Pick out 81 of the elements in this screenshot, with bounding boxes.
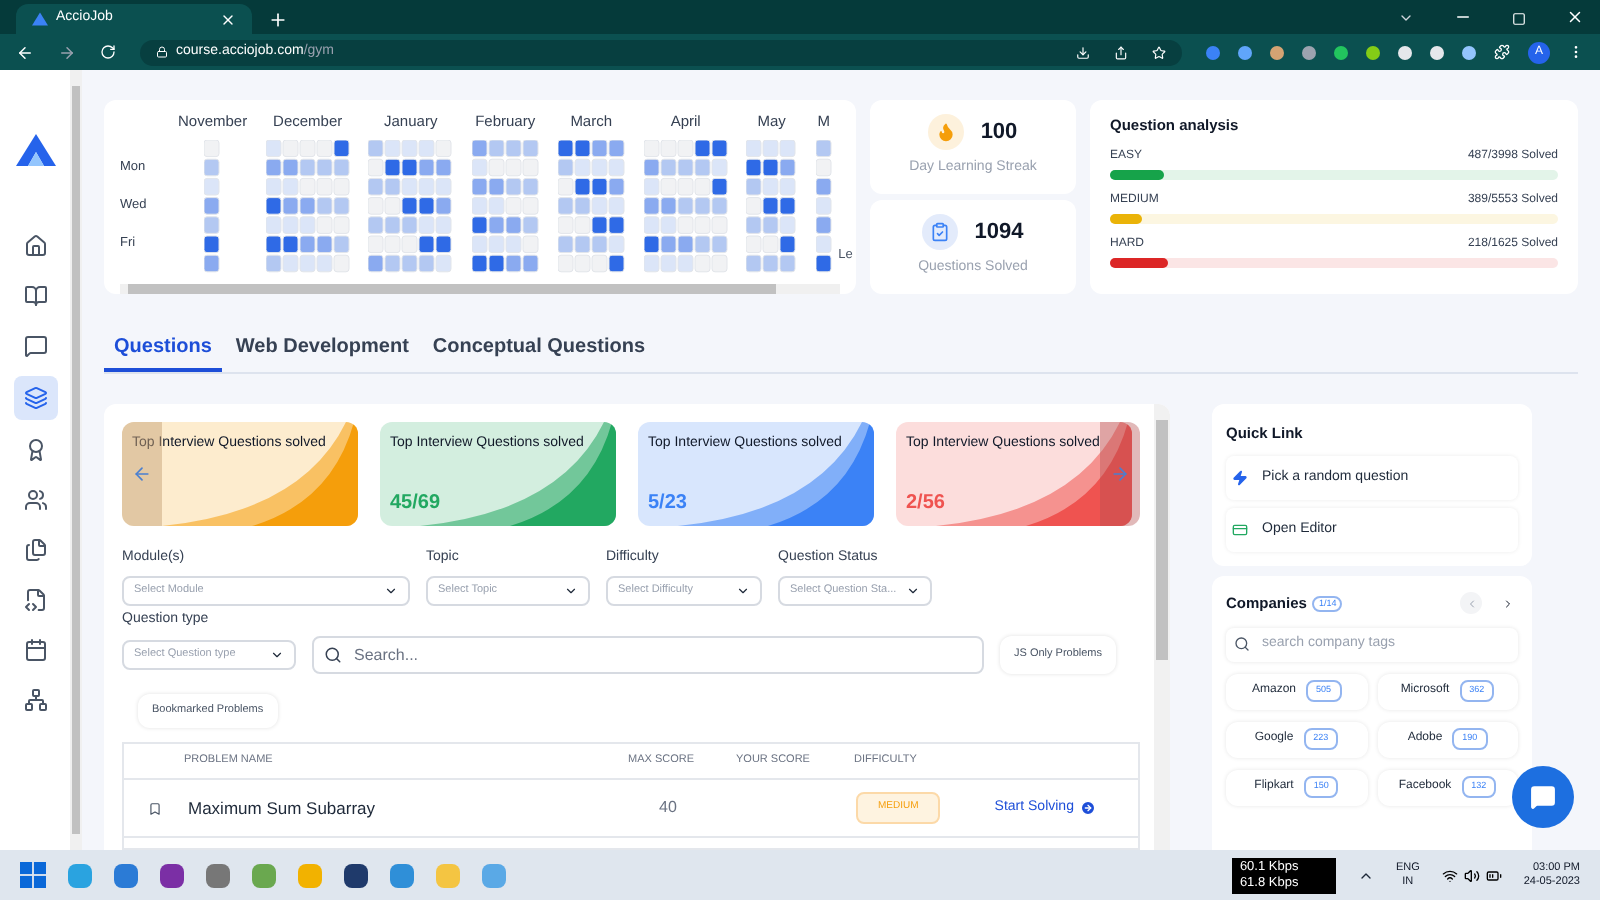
heatmap-drawing xyxy=(368,140,454,275)
clipboard-icon xyxy=(930,222,951,243)
extension-icon[interactable] xyxy=(1334,45,1348,59)
heatmap-drawing xyxy=(471,140,540,275)
search-field[interactable]: Search... xyxy=(312,636,984,674)
forward-icon[interactable] xyxy=(58,43,76,61)
taskbar-app-icon[interactable] xyxy=(344,863,368,887)
card-icon xyxy=(1232,522,1248,539)
network-icon[interactable] xyxy=(23,688,47,712)
book-icon[interactable] xyxy=(23,284,47,308)
battery-icon[interactable] xyxy=(1485,867,1502,883)
extension-icon[interactable] xyxy=(1366,45,1380,59)
people-icon[interactable] xyxy=(23,488,47,512)
chat-icon[interactable] xyxy=(23,334,47,358)
chevron-icon xyxy=(384,583,398,597)
bookmark-star-icon[interactable] xyxy=(1152,45,1166,59)
chevron-right-icon xyxy=(1501,597,1513,610)
flame-icon xyxy=(936,122,957,143)
install-icon[interactable] xyxy=(1076,45,1090,59)
layers-icon xyxy=(23,386,47,410)
heatmap-drawing xyxy=(746,140,798,275)
search-icon xyxy=(324,646,342,664)
heatmap-drawing xyxy=(643,140,729,275)
chevron-icon xyxy=(270,648,284,662)
tab[interactable]: Web Development xyxy=(225,324,419,372)
extension-icon[interactable] xyxy=(1302,45,1316,59)
heatmap-drawing xyxy=(265,140,351,275)
network-icon[interactable] xyxy=(1441,867,1458,883)
calendar-icon[interactable] xyxy=(23,638,47,662)
reload-icon[interactable] xyxy=(100,44,116,60)
taskbar-app-icon[interactable] xyxy=(160,863,184,887)
files-icon[interactable] xyxy=(23,538,47,562)
heatmap-drawing xyxy=(204,140,222,275)
new-tab-icon[interactable] xyxy=(268,10,288,30)
back-icon[interactable] xyxy=(16,43,34,61)
stat-value: 1094 xyxy=(974,218,1024,248)
chat-button[interactable] xyxy=(1512,766,1574,828)
chevron-icon xyxy=(736,583,750,597)
stat-value: 100 xyxy=(980,118,1018,148)
close-window-icon[interactable] xyxy=(1566,8,1584,26)
lock-icon xyxy=(156,46,168,58)
extension-icon[interactable] xyxy=(1398,45,1412,59)
scrollbar[interactable] xyxy=(70,70,82,850)
sidebar-item[interactable] xyxy=(13,376,57,420)
share-icon[interactable] xyxy=(1114,45,1128,59)
card-count: 2/56 xyxy=(906,490,945,518)
arrow-right-icon xyxy=(1110,464,1130,484)
home-icon[interactable] xyxy=(23,234,47,258)
extension-icon[interactable] xyxy=(1430,45,1444,59)
lightning-icon xyxy=(1232,470,1248,487)
tab-search-icon[interactable] xyxy=(1398,10,1414,26)
arrow-circle-icon xyxy=(1079,800,1096,816)
code-file-icon[interactable] xyxy=(23,588,47,612)
extensions-icon[interactable] xyxy=(1494,44,1510,60)
extension-icon[interactable] xyxy=(1270,45,1284,59)
card-count: 5/23 xyxy=(648,490,687,518)
maximize-icon[interactable] xyxy=(1512,12,1526,26)
max-score: 40 xyxy=(657,796,679,820)
chevron-icon xyxy=(906,583,920,597)
heatmap-drawing xyxy=(557,140,626,275)
bookmark-icon[interactable] xyxy=(148,801,162,815)
horizontal-scrollbar[interactable] xyxy=(120,284,840,294)
close-icon[interactable] xyxy=(220,11,236,27)
chat-icon xyxy=(1530,784,1556,810)
chevron-icon xyxy=(564,583,578,597)
problem-name[interactable]: Maximum Sum Subarray xyxy=(188,795,630,821)
card-count: 45/69 xyxy=(390,490,441,518)
scrollbar[interactable] xyxy=(1154,404,1170,850)
tab[interactable]: Conceptual Questions xyxy=(422,324,656,372)
logo-icon xyxy=(32,12,48,26)
chevron-left-icon xyxy=(1465,597,1477,610)
award-icon[interactable] xyxy=(23,438,47,462)
volume-icon[interactable] xyxy=(1463,867,1480,883)
windows-start-icon[interactable] xyxy=(20,862,46,888)
heatmap-drawing xyxy=(815,140,833,275)
extension-icon[interactable] xyxy=(1238,45,1252,59)
arrow-left-icon xyxy=(132,464,152,484)
logo-icon[interactable] xyxy=(15,134,55,166)
tab[interactable]: Questions xyxy=(104,324,222,372)
search-icon xyxy=(1234,636,1250,652)
extension-icon[interactable] xyxy=(1462,45,1476,59)
